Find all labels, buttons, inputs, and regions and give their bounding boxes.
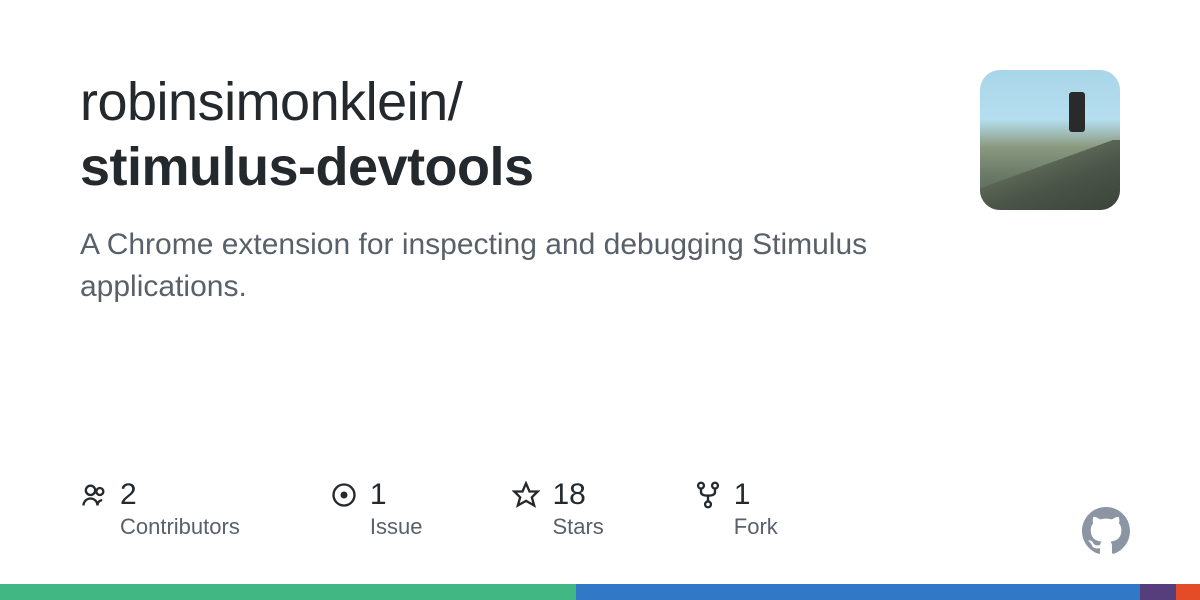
stat-contributors: 2 Contributors <box>80 478 240 540</box>
language-bar <box>0 584 1200 600</box>
stat-issues: 1 Issue <box>330 478 423 540</box>
stat-stars: 18 Stars <box>512 478 603 540</box>
language-segment <box>1140 584 1176 600</box>
language-segment <box>576 584 1140 600</box>
stars-count: 18 <box>552 478 585 512</box>
github-logo-icon <box>1082 507 1130 555</box>
stat-forks: 1 Fork <box>694 478 778 540</box>
owner-avatar <box>980 70 1120 210</box>
forks-count: 1 <box>734 478 751 512</box>
repo-info: robinsimonklein/ stimulus-devtools A Chr… <box>80 70 930 308</box>
issues-label: Issue <box>370 514 423 540</box>
contributors-count: 2 <box>120 478 137 512</box>
repo-owner: robinsimonklein <box>80 72 448 132</box>
stars-label: Stars <box>552 514 603 540</box>
forks-label: Fork <box>734 514 778 540</box>
contributors-label: Contributors <box>120 514 240 540</box>
repo-title-line: robinsimonklein/ <box>80 70 930 135</box>
repo-description: A Chrome extension for inspecting and de… <box>80 224 930 308</box>
people-icon <box>80 481 108 509</box>
language-segment <box>1176 584 1200 600</box>
issues-count: 1 <box>370 478 387 512</box>
repo-name: stimulus-devtools <box>80 135 930 200</box>
fork-icon <box>694 481 722 509</box>
repo-stats: 2 Contributors 1 Issue 18 Stars 1 Fork <box>80 478 778 540</box>
repo-card: robinsimonklein/ stimulus-devtools A Chr… <box>0 0 1200 308</box>
star-icon <box>512 481 540 509</box>
slash-separator: / <box>448 72 463 132</box>
issue-icon <box>330 481 358 509</box>
language-segment <box>0 584 576 600</box>
